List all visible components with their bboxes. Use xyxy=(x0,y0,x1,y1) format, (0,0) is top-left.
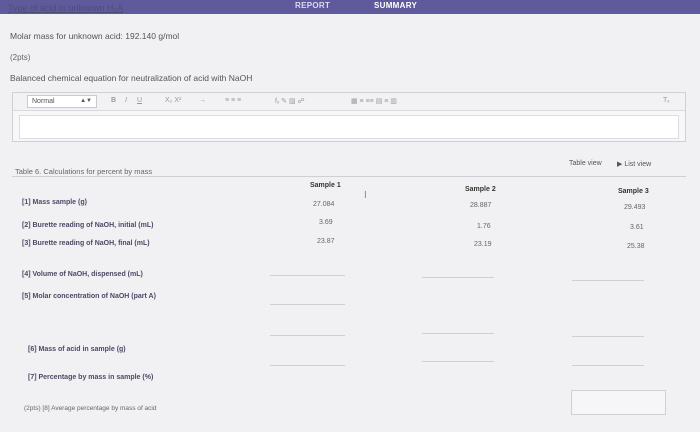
answer-volume-sample-3[interactable] xyxy=(572,280,644,281)
row-label-mass: [1] Mass sample (g) xyxy=(22,199,87,206)
equation-text-area[interactable] xyxy=(19,115,679,139)
sample-3-header: Sample 3 xyxy=(618,188,649,195)
sample-2-header: Sample 2 xyxy=(465,186,496,193)
table-header-divider xyxy=(12,176,686,177)
table-view-toggle[interactable]: Table view xyxy=(569,160,602,167)
row-label-molar-conc: [5] Molar concentration of NaOH (part A) xyxy=(22,293,156,300)
tab-report[interactable]: REPORT xyxy=(295,1,330,10)
points-label: (2pts) xyxy=(10,53,31,62)
sample-1-header: Sample 1 xyxy=(310,182,341,189)
sample-3-initial[interactable]: 3.61 xyxy=(630,224,644,231)
answer-percent-sample-1[interactable] xyxy=(270,365,345,366)
answer-acid-mass-sample-1[interactable] xyxy=(270,335,345,336)
sample-2-final[interactable]: 23.19 xyxy=(474,241,492,248)
paragraph-style-select[interactable]: Normal ▲▼ xyxy=(27,95,97,108)
sample-3-mass[interactable]: 29.493 xyxy=(624,204,645,211)
insert-tools[interactable]: fₓ ✎ ▨ ☍ xyxy=(275,97,305,105)
sample-1-final[interactable]: 23.87 xyxy=(317,238,335,245)
paragraph-style-value: Normal xyxy=(32,98,55,105)
section-title: Type of acid in unknown H₃A xyxy=(8,3,124,13)
editor-toolbar: Normal ▲▼ B I U X₂ X² → ≡ ≡ ≡ fₓ ✎ ▨ ☍ ▦… xyxy=(13,93,685,111)
list-buttons[interactable]: ≡ ≡ ≡ xyxy=(225,97,241,104)
arrow-button[interactable]: → xyxy=(199,97,206,104)
list-view-label: List view xyxy=(624,161,652,168)
balanced-equation-label: Balanced chemical equation for neutraliz… xyxy=(10,73,253,83)
list-view-toggle[interactable]: ▶ List view xyxy=(617,160,651,168)
bold-button[interactable]: B xyxy=(111,97,116,104)
answer-volume-sample-2[interactable] xyxy=(422,277,494,278)
sample-1-mass[interactable]: 27.084 xyxy=(313,201,334,208)
list-view-icon: ▶ xyxy=(617,161,623,168)
row-label-volume: [4] Volume of NaOH, dispensed (mL) xyxy=(22,271,143,278)
table-caption: Table 6. Calculations for percent by mas… xyxy=(15,167,153,176)
underline-button[interactable]: U xyxy=(137,97,142,104)
average-percentage-input[interactable] xyxy=(571,390,666,415)
tab-summary[interactable]: SUMMARY xyxy=(374,1,417,10)
sample-2-mass[interactable]: 28.887 xyxy=(470,202,491,209)
molar-mass-text: Molar mass for unknown acid: 192.140 g/m… xyxy=(10,31,180,41)
table-tools[interactable]: ▦ ≡ ≡≡ ▤ ≡ ▥ xyxy=(351,97,397,105)
answer-volume-sample-1[interactable] xyxy=(270,275,345,276)
text-cursor-icon: I xyxy=(364,190,367,201)
chevron-down-icon: ▲▼ xyxy=(80,98,92,104)
row-label-percent: [7] Percentage by mass in sample (%) xyxy=(28,374,154,381)
italic-button[interactable]: I xyxy=(125,97,127,104)
sample-3-final[interactable]: 25.38 xyxy=(627,243,645,250)
answer-percent-sample-3[interactable] xyxy=(572,365,644,366)
clear-format-button[interactable]: Tₓ xyxy=(663,97,670,104)
answer-molar-sample-1[interactable] xyxy=(270,304,345,305)
rich-text-editor: Normal ▲▼ B I U X₂ X² → ≡ ≡ ≡ fₓ ✎ ▨ ☍ ▦… xyxy=(12,92,686,142)
answer-acid-mass-sample-3[interactable] xyxy=(572,336,644,337)
sample-1-initial[interactable]: 3.69 xyxy=(319,219,333,226)
average-percentage-label: (2pts) [8] Average percentage by mass of… xyxy=(24,405,157,412)
row-label-acid-mass: [6] Mass of acid in sample (g) xyxy=(28,346,126,353)
row-label-initial: [2] Burette reading of NaOH, initial (mL… xyxy=(22,222,154,229)
sample-2-initial[interactable]: 1.76 xyxy=(477,223,491,230)
row-label-final: [3] Burette reading of NaOH, final (mL) xyxy=(22,240,150,247)
answer-percent-sample-2[interactable] xyxy=(422,361,494,362)
answer-acid-mass-sample-2[interactable] xyxy=(422,333,494,334)
subscript-superscript-buttons[interactable]: X₂ X² xyxy=(165,97,181,104)
